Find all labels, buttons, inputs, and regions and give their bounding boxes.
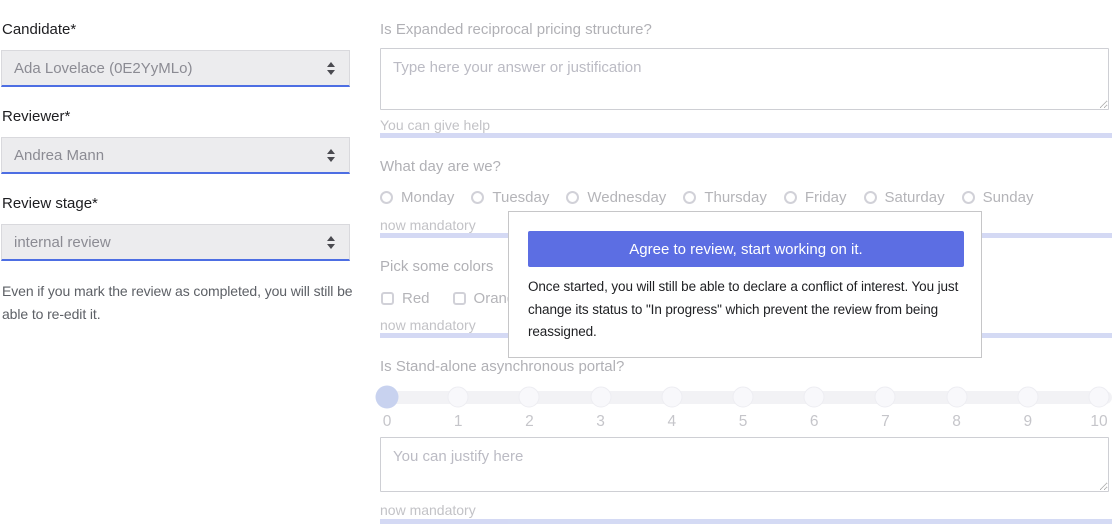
reviewer-select[interactable]: Andrea Mann [1,137,350,174]
tick-label: 4 [667,413,676,431]
slider-dot[interactable] [946,387,967,408]
review-edit-note: Even if you mark the review as completed… [2,280,358,326]
tick-label: 7 [881,413,890,431]
candidate-select[interactable]: Ada Lovelace (0E2YyMLo) [1,50,350,87]
checkbox-icon [453,292,466,305]
radio-label: Tuesday [492,189,549,206]
updown-arrows-icon [327,236,335,249]
day-radio-group: Monday Tuesday Wednesday Thursday Friday… [380,189,1033,206]
radio-icon [380,191,393,204]
tick-label: 1 [454,413,463,431]
radio-option-friday[interactable]: Friday [784,189,847,206]
radio-label: Monday [401,189,454,206]
review-meta-panel: Candidate* Ada Lovelace (0E2YyMLo) Revie… [0,0,360,525]
radio-option-saturday[interactable]: Saturday [864,189,945,206]
radio-option-tuesday[interactable]: Tuesday [471,189,549,206]
tick-label: 9 [1023,413,1032,431]
section-divider [380,133,1112,138]
checkbox-label: Red [402,290,430,307]
slider-dot[interactable] [1089,387,1110,408]
tick-label: 8 [952,413,961,431]
updown-arrows-icon [327,62,335,75]
tick-label: 6 [810,413,819,431]
review-stage-select[interactable]: internal review [1,224,350,261]
slider-dot[interactable] [733,387,754,408]
portal-hint: now mandatory [380,502,476,518]
radio-option-monday[interactable]: Monday [380,189,454,206]
slider-handle[interactable] [376,386,399,409]
radio-icon [962,191,975,204]
slider-dot[interactable] [804,387,825,408]
radio-icon [784,191,797,204]
radio-label: Sunday [983,189,1034,206]
colors-hint: now mandatory [380,317,476,333]
radio-icon [864,191,877,204]
slider-dot[interactable] [1017,387,1038,408]
checkbox-option-red[interactable]: Red [381,290,430,307]
slider-dot[interactable] [875,387,896,408]
candidate-select-value: Ada Lovelace (0E2YyMLo) [14,60,327,77]
radio-option-sunday[interactable]: Sunday [962,189,1034,206]
review-form-screen: Candidate* Ada Lovelace (0E2YyMLo) Revie… [0,0,1112,525]
radio-icon [683,191,696,204]
updown-arrows-icon [327,149,335,162]
review-stage-select-value: internal review [14,234,327,251]
review-stage-label: Review stage* [2,195,98,212]
slider-dot[interactable] [448,387,469,408]
slider-tick-labels: 0 1 2 3 4 5 6 7 8 9 10 [387,413,1099,431]
colors-checkbox-group: Red Orange [381,290,524,307]
question-portal-label: Is Stand-alone asynchronous portal? [380,358,624,375]
slider-dot[interactable] [519,387,540,408]
question-pricing-label: Is Expanded reciprocal pricing structure… [380,21,652,38]
tick-label: 5 [739,413,748,431]
question-colors-label: Pick some colors [380,258,493,275]
radio-icon [566,191,579,204]
agree-modal-description: Once started, you will still be able to … [528,276,964,344]
checkbox-icon [381,292,394,305]
portal-score-slider[interactable] [380,384,1112,411]
radio-label: Wednesday [587,189,666,206]
reviewer-select-value: Andrea Mann [14,147,327,164]
radio-icon [471,191,484,204]
slider-dots [387,384,1099,411]
reviewer-label: Reviewer* [2,108,70,125]
section-divider [380,519,1112,524]
agree-button[interactable]: Agree to review, start working on it. [528,231,964,267]
candidate-label: Candidate* [2,21,76,38]
radio-label: Thursday [704,189,767,206]
pricing-hint: You can give help [380,117,490,133]
tick-label: 2 [525,413,534,431]
agree-modal: Agree to review, start working on it. On… [508,211,982,358]
radio-option-wednesday[interactable]: Wednesday [566,189,666,206]
slider-dot[interactable] [590,387,611,408]
radio-option-thursday[interactable]: Thursday [683,189,767,206]
radio-label: Friday [805,189,847,206]
tick-label: 10 [1090,413,1107,431]
tick-label: 0 [383,413,392,431]
radio-label: Saturday [885,189,945,206]
pricing-answer-textarea[interactable] [380,48,1109,110]
day-hint: now mandatory [380,217,476,233]
slider-dot[interactable] [661,387,682,408]
portal-justify-textarea[interactable] [380,437,1109,492]
tick-label: 3 [596,413,605,431]
question-day-label: What day are we? [380,158,501,175]
